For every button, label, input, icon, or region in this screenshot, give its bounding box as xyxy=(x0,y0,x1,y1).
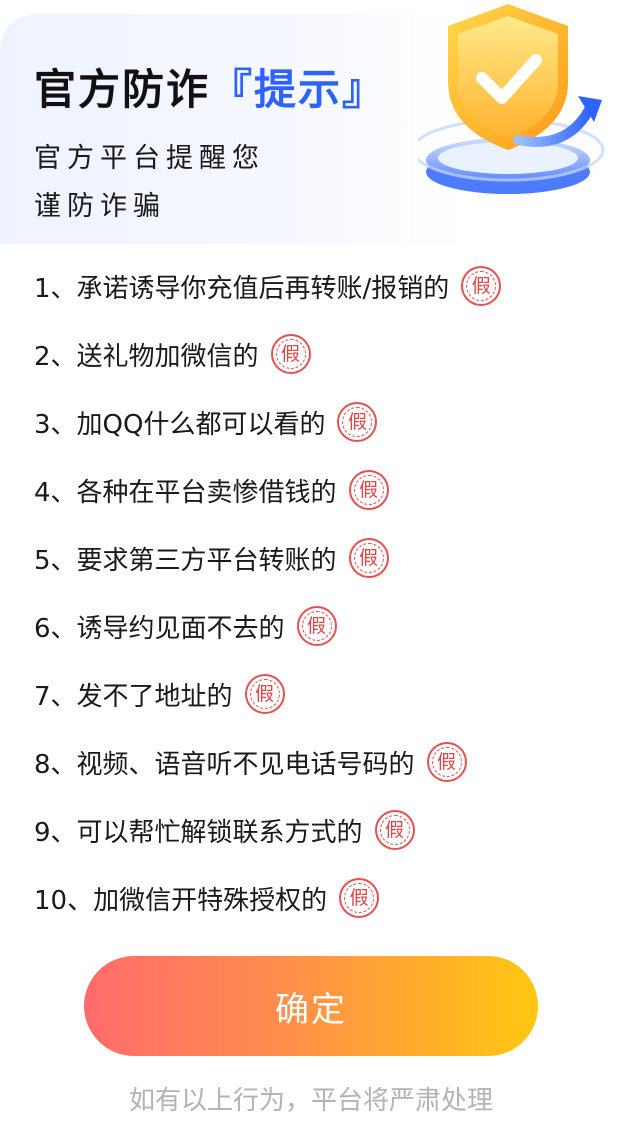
list-item-text: 9、可以帮忙解锁联系方式的 xyxy=(34,817,363,848)
title-bracket-left: 『 xyxy=(210,65,255,114)
list-item: 1、承诺诱导你充值后再转账/报销的 假 xyxy=(34,252,594,320)
fraud-warning-dialog: 官方防诈『提示』 官方平台提醒您 谨防诈骗 1、承诺诱导你充值后再转账/报销的 … xyxy=(0,0,622,1144)
title-main: 官方防诈 xyxy=(34,65,211,114)
list-item: 10、加微信开特殊授权的 假 xyxy=(34,864,594,932)
title-highlight: 提示 xyxy=(254,65,343,114)
title-bracket-right: 』 xyxy=(342,65,387,114)
list-item: 4、各种在平台卖惨借钱的 假 xyxy=(34,456,594,524)
fake-stamp-icon: 假 xyxy=(339,878,380,918)
fake-stamp-label: 假 xyxy=(347,410,367,433)
fake-stamp-label: 假 xyxy=(385,818,405,841)
fake-stamp-icon: 假 xyxy=(337,402,378,442)
list-item: 5、要求第三方平台转账的 假 xyxy=(34,524,594,592)
list-item-text: 2、送礼物加微信的 xyxy=(34,341,259,372)
list-item: 8、视频、语音听不见电话号码的 假 xyxy=(34,728,594,796)
fake-stamp-label: 假 xyxy=(471,274,491,297)
list-item-text: 10、加微信开特殊授权的 xyxy=(34,885,328,916)
subtitle-line1: 官方平台提醒您 xyxy=(34,143,265,174)
page-title: 官方防诈『提示』 xyxy=(34,56,386,117)
shield-check-icon xyxy=(418,4,605,194)
list-item-text: 6、诱导约见面不去的 xyxy=(34,613,285,644)
fake-stamp-label: 假 xyxy=(255,682,275,705)
list-item-text: 3、加QQ什么都可以看的 xyxy=(34,409,326,440)
warning-list: 1、承诺诱导你充值后再转账/报销的 假 2、送礼物加微信的 假 3、加QQ什么都… xyxy=(34,252,594,932)
fake-stamp-label: 假 xyxy=(307,614,327,637)
list-item-text: 4、各种在平台卖惨借钱的 xyxy=(34,477,337,508)
list-item: 6、诱导约见面不去的 假 xyxy=(34,592,594,660)
fake-stamp-icon: 假 xyxy=(426,742,467,782)
list-item: 9、可以帮忙解锁联系方式的 假 xyxy=(34,796,594,864)
footer-note: 如有以上行为，平台将严肃处理 xyxy=(128,1086,493,1116)
fake-stamp-label: 假 xyxy=(281,342,301,365)
list-item-text: 1、承诺诱导你充值后再转账/报销的 xyxy=(34,273,450,304)
fake-stamp-label: 假 xyxy=(359,478,379,501)
subtitle-line2: 谨防诈骗 xyxy=(34,191,166,222)
fake-stamp-icon: 假 xyxy=(348,470,389,510)
fake-stamp-icon: 假 xyxy=(348,538,389,578)
list-item: 3、加QQ什么都可以看的 假 xyxy=(34,388,594,456)
fake-stamp-label: 假 xyxy=(359,546,379,569)
list-item-text: 8、视频、语音听不见电话号码的 xyxy=(34,749,415,780)
fake-stamp-icon: 假 xyxy=(374,810,415,850)
fake-stamp-label: 假 xyxy=(437,750,457,773)
list-item-text: 7、发不了地址的 xyxy=(34,681,233,712)
list-item-text: 5、要求第三方平台转账的 xyxy=(34,545,337,576)
fake-stamp-icon: 假 xyxy=(270,334,311,374)
list-item: 2、送礼物加微信的 假 xyxy=(34,320,594,388)
fake-stamp-icon: 假 xyxy=(461,266,502,306)
fake-stamp-label: 假 xyxy=(349,886,369,909)
fake-stamp-icon: 假 xyxy=(296,606,337,646)
fake-stamp-icon: 假 xyxy=(244,674,285,714)
list-item: 7、发不了地址的 假 xyxy=(34,660,594,728)
confirm-button[interactable]: 确定 xyxy=(84,956,538,1056)
